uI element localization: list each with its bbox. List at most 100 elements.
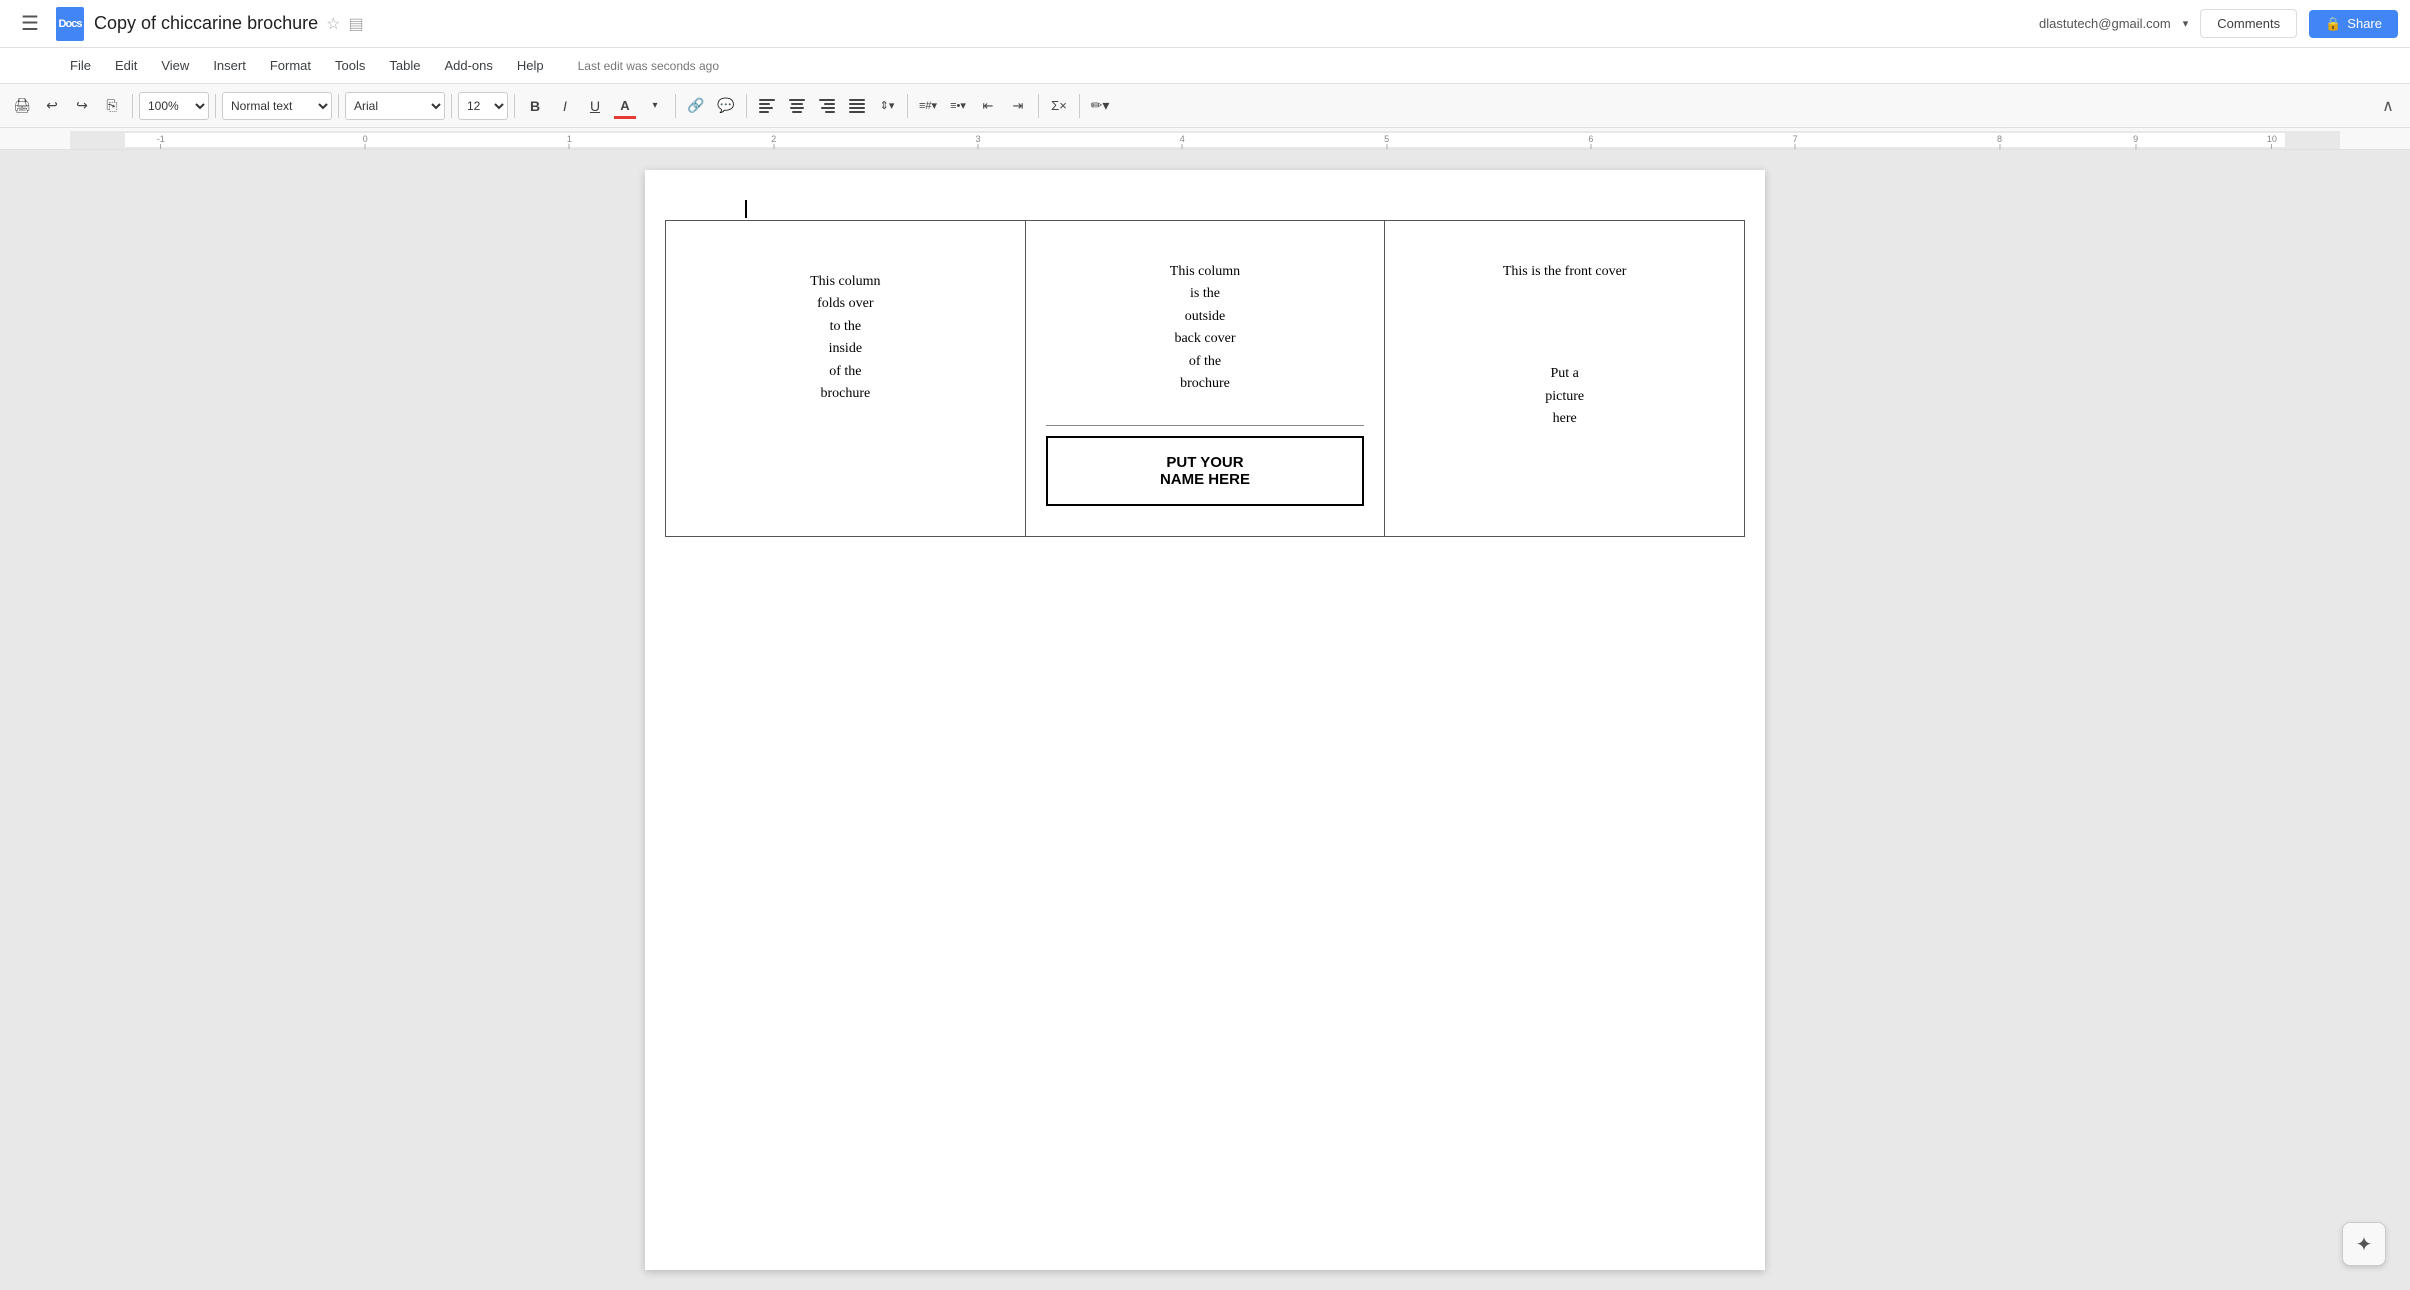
undo-button[interactable]: ↩	[38, 92, 66, 120]
menu-file[interactable]: File	[60, 54, 101, 77]
redo-button[interactable]: ↪	[68, 92, 96, 120]
col-left-line5: of the	[686, 361, 1005, 383]
share-label: Share	[2347, 16, 2382, 31]
separator-5	[514, 94, 515, 118]
menu-addons[interactable]: Add-ons	[434, 54, 502, 77]
share-button[interactable]: 🔒 Share	[2309, 10, 2398, 38]
hamburger-menu[interactable]: ☰	[12, 6, 48, 42]
col-mid-line3: outside	[1046, 306, 1365, 328]
toolbar-collapse-button[interactable]: ∧	[2374, 92, 2402, 120]
ruler-mark: 8	[1997, 134, 2002, 149]
font-select[interactable]: Arial Times New Roman Courier New Georgi…	[345, 92, 445, 120]
bullet-list-button[interactable]: ≡•▾	[944, 92, 972, 120]
align-justify-icon	[849, 99, 865, 113]
insert-comment-button[interactable]: 💬	[712, 92, 740, 120]
indent-increase-button[interactable]: ⇥	[1004, 92, 1032, 120]
document-area[interactable]: This column folds over to the inside of …	[0, 150, 2410, 1290]
clear-formatting-button[interactable]: Σ×	[1045, 92, 1073, 120]
text-color-underline	[614, 116, 636, 119]
align-center-button[interactable]	[783, 92, 811, 120]
front-cover-text: This is the front cover	[1405, 261, 1724, 283]
brochure-col-left[interactable]: This column folds over to the inside of …	[666, 221, 1026, 537]
separator-4	[451, 94, 452, 118]
col-left-line3: to the	[686, 316, 1005, 338]
col-mid-line1: This column	[1046, 261, 1365, 283]
ai-icon: ✦	[2356, 1232, 2373, 1257]
col-mid-line5: of the	[1046, 351, 1365, 373]
bold-button[interactable]: B	[521, 92, 549, 120]
comments-button[interactable]: Comments	[2200, 9, 2297, 38]
docs-icon: Docs	[56, 7, 84, 41]
align-left-button[interactable]	[753, 92, 781, 120]
ruler-mark: -1	[157, 134, 165, 149]
ruler-mark: 6	[1588, 134, 1593, 149]
col-mid-line2: is the	[1046, 283, 1365, 305]
ruler-white-area	[125, 133, 2285, 147]
menu-table[interactable]: Table	[379, 54, 430, 77]
ruler-mark: 10	[2267, 134, 2277, 149]
ruler-mark: 9	[2133, 134, 2138, 149]
separator-1	[132, 94, 133, 118]
separator-10	[1079, 94, 1080, 118]
text-style-select[interactable]: Normal text Heading 1 Heading 2 Heading …	[222, 92, 332, 120]
separator-2	[215, 94, 216, 118]
brochure-row: This column folds over to the inside of …	[666, 221, 1745, 537]
col-mid-line6: brochure	[1046, 373, 1365, 395]
name-box[interactable]: PUT YOUR NAME HERE	[1046, 436, 1365, 506]
menu-format[interactable]: Format	[260, 54, 321, 77]
menu-edit[interactable]: Edit	[105, 54, 147, 77]
name-box-line2: NAME HERE	[1064, 471, 1347, 488]
ruler-bar: -1 0 1 2 3 4 5 6 7 8 9 10	[70, 131, 2340, 149]
user-dropdown-arrow[interactable]: ▾	[2183, 17, 2189, 30]
align-right-button[interactable]	[813, 92, 841, 120]
col-right-content: This is the front cover Put a picture he…	[1405, 261, 1724, 431]
font-size-select[interactable]: 12 8 10 14 18 24	[458, 92, 508, 120]
picture-line2: picture	[1405, 386, 1724, 408]
menu-view[interactable]: View	[151, 54, 199, 77]
text-color-button[interactable]: A	[611, 92, 639, 120]
ruler-mark: 4	[1180, 134, 1185, 149]
hamburger-icon: ☰	[21, 11, 39, 36]
align-center-icon	[789, 99, 805, 113]
col-left-line4: inside	[686, 338, 1005, 360]
last-edit-status: Last edit was seconds ago	[578, 59, 719, 73]
picture-line1: Put a	[1405, 363, 1724, 385]
italic-button[interactable]: I	[551, 92, 579, 120]
picture-line3: here	[1405, 408, 1724, 430]
align-justify-button[interactable]	[843, 92, 871, 120]
format-paint-button[interactable]: ⎘	[98, 92, 126, 120]
insert-link-button[interactable]: 🔗	[682, 92, 710, 120]
redo-icon: ↪	[76, 97, 88, 114]
title-area: Copy of chiccarine brochure ☆ ▤	[94, 13, 2039, 34]
pen-tool-button[interactable]: ✏▾	[1086, 92, 1114, 120]
numbered-list-button[interactable]: ≡#▾	[914, 92, 942, 120]
color-dropdown-button[interactable]: ▾	[641, 92, 669, 120]
format-paint-icon: ⎘	[106, 97, 117, 114]
toolbar: 🖨 ↩ ↪ ⎘ 100% 75% 50% 125% Normal text He…	[0, 84, 2410, 128]
name-box-line1: PUT YOUR	[1064, 454, 1347, 471]
brochure-col-mid[interactable]: This column is the outside back cover of…	[1025, 221, 1385, 537]
brochure-table: This column folds over to the inside of …	[665, 220, 1745, 537]
menu-help[interactable]: Help	[507, 54, 554, 77]
docs-logo-text: Docs	[59, 18, 82, 30]
ai-assistant-button[interactable]: ✦	[2342, 1222, 2386, 1266]
undo-icon: ↩	[46, 97, 58, 114]
document-title[interactable]: Copy of chiccarine brochure	[94, 13, 318, 34]
user-email[interactable]: dlastutech@gmail.com	[2039, 16, 2171, 31]
star-icon[interactable]: ☆	[326, 14, 340, 34]
menu-insert[interactable]: Insert	[203, 54, 256, 77]
col-left-content: This column folds over to the inside of …	[686, 241, 1005, 405]
menu-tools[interactable]: Tools	[325, 54, 375, 77]
col-left-line6: brochure	[686, 383, 1005, 405]
underline-button[interactable]: U	[581, 92, 609, 120]
zoom-select[interactable]: 100% 75% 50% 125%	[139, 92, 209, 120]
print-icon: 🖨	[13, 97, 31, 114]
brochure-col-right[interactable]: This is the front cover Put a picture he…	[1385, 221, 1745, 537]
print-button[interactable]: 🖨	[8, 92, 36, 120]
indent-decrease-button[interactable]: ⇤	[974, 92, 1002, 120]
col-left-line2: folds over	[686, 293, 1005, 315]
ruler-mark: 3	[975, 134, 980, 149]
line-spacing-dropdown-button[interactable]: ⇕▾	[873, 92, 901, 120]
folder-icon[interactable]: ▤	[348, 14, 363, 34]
separator-3	[338, 94, 339, 118]
